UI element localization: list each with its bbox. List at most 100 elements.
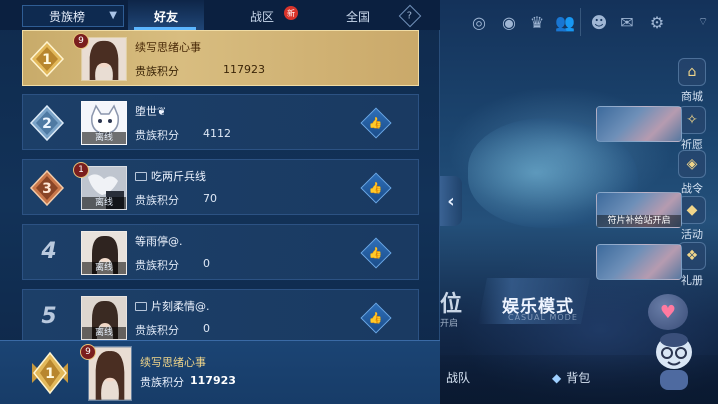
target-icon[interactable]: ◎ [468,11,490,33]
battle-order-button[interactable]: ◈ 战令 [672,150,712,196]
leaderboard-row[interactable]: 2 离线 堕世❦ 贵族积分 4112 👍 [22,94,419,150]
promo-banner-heroes[interactable] [596,106,682,142]
mail-icon[interactable]: ✉ [616,11,638,33]
event-label: 活动 [681,228,703,241]
vip-level-badge: 9 [80,344,96,360]
score-label: 贵族积分 [135,194,179,207]
mascot-avatar[interactable] [648,330,700,392]
leaderboard-row[interactable]: 4 离线 等雨停@. 贵族积分 0 👍 [22,224,419,280]
tab-friends[interactable]: 好友 [154,8,178,25]
ranked-mode-sub: 开启 [440,319,459,329]
tab-zone[interactable]: 战区 [250,8,274,25]
rank-number: 4 [41,239,57,264]
leaderboard-panel: 贵族榜 ▼ 好友 战区 新 全国 ? 1 9 续写思绪心事 贵族积分 11792… [0,0,440,404]
like-button[interactable]: 👍 [360,237,392,269]
ranking-type-value: 贵族榜 [49,9,86,24]
bag-button[interactable]: ◆ 背包 [552,369,590,386]
name-tag-icon [135,171,147,181]
my-rank-number: 1 [45,366,55,382]
ranked-mode-label[interactable]: 位 [440,286,462,318]
tab-national[interactable]: 全国 [346,8,370,25]
leaderboard-tabs: 贵族榜 ▼ 好友 战区 新 全国 ? [0,0,440,30]
heart-icon[interactable]: ♥ [648,294,688,330]
avatar[interactable]: 离线 [81,231,127,275]
chevron-down-icon: ▼ [109,10,117,21]
bag-icon: ◆ [552,370,562,385]
avatar[interactable]: 离线 [81,101,127,145]
promo-banner-gift[interactable] [596,244,682,280]
shop-label: 商城 [681,90,703,103]
replay-icon[interactable]: ◉ [498,11,520,33]
medal-icon: 3 [29,170,65,206]
score-value: 0 [203,322,210,335]
help-icon[interactable]: ? [398,4,422,28]
my-rank-bar: 1 9 续写思绪心事 贵族积分 117923 [0,340,440,404]
battle-order-label: 战令 [681,182,703,195]
thumbs-up-icon: 👍 [369,181,383,195]
top-toolbar: ◎ ◉ ♛ 👥 ☻ ✉ ⚙ ⌔ [440,0,718,44]
like-button[interactable]: 👍 [360,302,392,334]
rank-number: 1 [42,52,52,68]
score-value: 117923 [223,63,265,76]
vip-level-badge: 9 [73,33,89,49]
gear-icon[interactable]: ⚙ [646,11,668,33]
score-value: 70 [203,192,217,205]
thumbs-up-icon: 👍 [369,311,383,325]
bag-label: 背包 [566,371,591,385]
player-name: 等雨停@. [135,235,183,248]
player-name-text: 吃两斤兵线 [151,170,206,183]
new-badge: 新 [284,6,298,20]
thumbs-up-icon: 👍 [369,116,383,130]
collapse-panel-button[interactable]: ‹ [440,176,462,226]
friends-icon[interactable]: 👥 [554,11,576,33]
offline-status: 离线 [82,132,126,144]
medal-icon: 1 [32,351,68,395]
chevron-left-icon: ‹ [447,190,455,212]
name-tag-icon [135,301,147,311]
leaderboard-row[interactable]: 5 离线 片刻柔情@. 贵族积分 0 👍 [22,289,419,345]
ranking-type-select[interactable]: 贵族榜 ▼ [22,5,124,27]
rank-number: 5 [41,304,57,329]
score-value: 0 [203,257,210,270]
banner-text: 符片补给站开启 [597,215,681,227]
leaderboard-row[interactable]: 3 1 离线 吃两斤兵线 贵族积分 70 👍 [22,159,419,215]
thumbs-up-icon: 👍 [369,246,383,260]
team-button[interactable]: 战队 [446,369,470,386]
gift-icon: ❖ [678,242,706,270]
player-name: 堕世❦ [135,105,167,118]
score-label: 贵族积分 [135,129,179,142]
entertainment-mode-sub: CASUAL MODE [508,313,578,322]
score-label: 贵族积分 [135,65,179,78]
offline-status: 离线 [82,327,126,339]
player-name: 吃两斤兵线 [135,168,206,184]
event-icon: ◆ [678,196,706,224]
promo-banner-supply[interactable]: 符片补给站开启 [596,192,682,228]
offline-status: 离线 [82,262,126,274]
score-value: 4112 [203,127,231,140]
avatar[interactable]: 离线 [81,296,127,340]
shop-button[interactable]: ⌂ 商城 [672,58,712,104]
score-label: 贵族积分 [135,259,179,272]
player-name-text: 片刻柔情@. [151,300,210,313]
like-button[interactable]: 👍 [360,172,392,204]
like-button[interactable]: 👍 [360,107,392,139]
score-label: 贵族积分 [135,324,179,337]
rank-number: 2 [42,116,52,132]
wish-icon: ✧ [678,106,706,134]
player-name: 片刻柔情@. [135,298,210,314]
medal-icon: 1 [29,41,65,77]
trophy-icon[interactable]: ♛ [526,11,548,33]
offline-status: 离线 [82,197,126,209]
rank-number: 3 [42,181,52,197]
player-name: 续写思绪心事 [135,41,201,54]
shop-icon: ⌂ [678,58,706,86]
leaderboard-row[interactable]: 1 9 续写思绪心事 贵族积分 117923 [22,30,419,86]
my-score-label: 贵族积分 [140,376,184,389]
my-player-name: 续写思绪心事 [140,356,206,369]
medal-icon: 2 [29,105,65,141]
friend-add-icon[interactable]: ☻ [588,11,610,33]
battle-order-icon: ◈ [678,150,706,178]
divider [580,8,581,36]
gift-label: 礼册 [681,274,703,287]
vip-level-badge: 1 [73,162,89,178]
